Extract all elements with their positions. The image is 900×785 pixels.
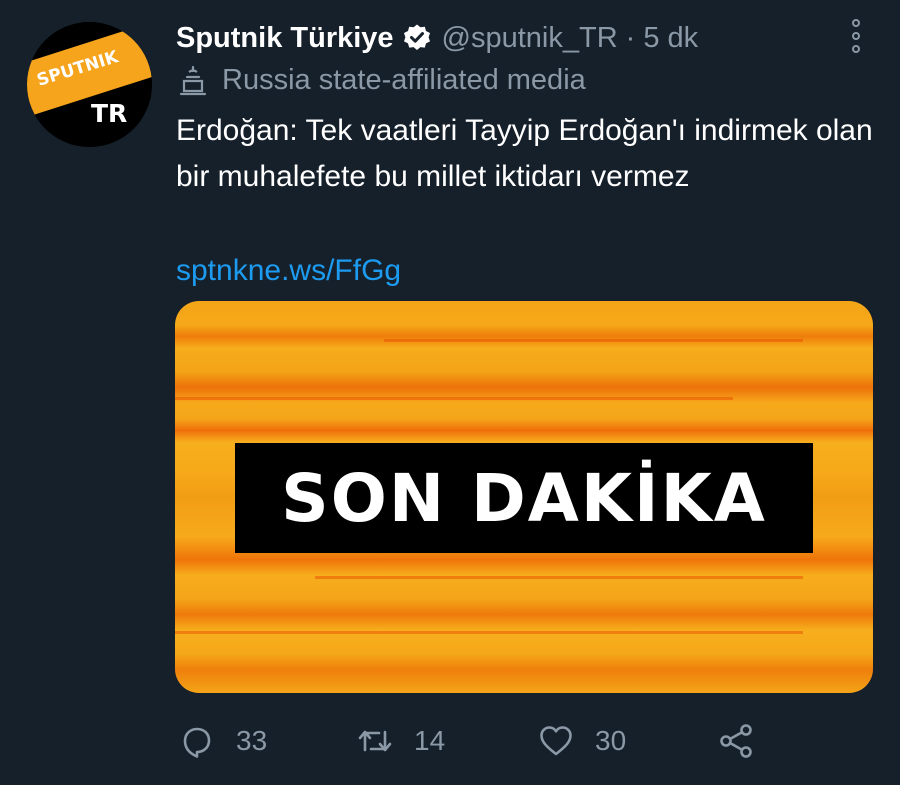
light-streak — [314, 576, 804, 579]
share-button[interactable] — [718, 718, 756, 764]
breaking-news-banner: SON DAKİKA — [235, 443, 813, 553]
reply-count: 33 — [236, 725, 268, 756]
tweet-media-image[interactable]: SON DAKİKA — [175, 301, 873, 693]
avatar-region-text: TR — [91, 99, 127, 128]
share-icon — [720, 724, 752, 758]
verified-badge-icon — [402, 23, 432, 53]
government-building-icon — [176, 63, 210, 97]
tweet-card[interactable]: SPUTNIK TR Sputnik Türkiye @sputnik_TR ·… — [0, 0, 900, 785]
avatar[interactable]: SPUTNIK TR — [27, 22, 152, 147]
state-affiliated-label[interactable]: Russia state-affiliated media — [176, 60, 586, 100]
retweet-icon — [358, 730, 392, 752]
timestamp[interactable]: 5 dk — [643, 22, 698, 55]
heart-icon — [540, 726, 572, 756]
reply-button[interactable]: 33 — [178, 718, 267, 764]
retweet-count: 14 — [414, 725, 446, 756]
sputnik-logo: SPUTNIK TR — [27, 22, 152, 147]
light-streak — [175, 397, 734, 400]
more-dot-icon — [852, 19, 860, 27]
more-options-button[interactable] — [842, 16, 870, 56]
banner-text: SON DAKİKA — [281, 459, 767, 537]
tweet-header: Sputnik Türkiye @sputnik_TR · 5 dk — [176, 18, 698, 58]
like-button[interactable]: 30 — [537, 718, 626, 764]
like-count: 30 — [595, 725, 627, 756]
tweet-text: Erdoğan: Tek vaatleri Tayyip Erdoğan'ı i… — [176, 114, 873, 193]
separator-dot: · — [625, 21, 636, 54]
tweet-link[interactable]: sptnkne.ws/FfGg — [176, 248, 401, 294]
reply-icon — [183, 727, 211, 758]
light-streak — [384, 339, 804, 342]
user-handle[interactable]: @sputnik_TR — [442, 22, 618, 55]
display-name[interactable]: Sputnik Türkiye — [176, 22, 394, 55]
action-bar: 33 14 30 — [0, 718, 900, 764]
more-dot-icon — [852, 45, 860, 53]
retweet-button[interactable]: 14 — [356, 718, 445, 764]
light-streak — [175, 631, 804, 634]
more-dot-icon — [852, 32, 860, 40]
affiliation-text: Russia state-affiliated media — [222, 63, 586, 96]
